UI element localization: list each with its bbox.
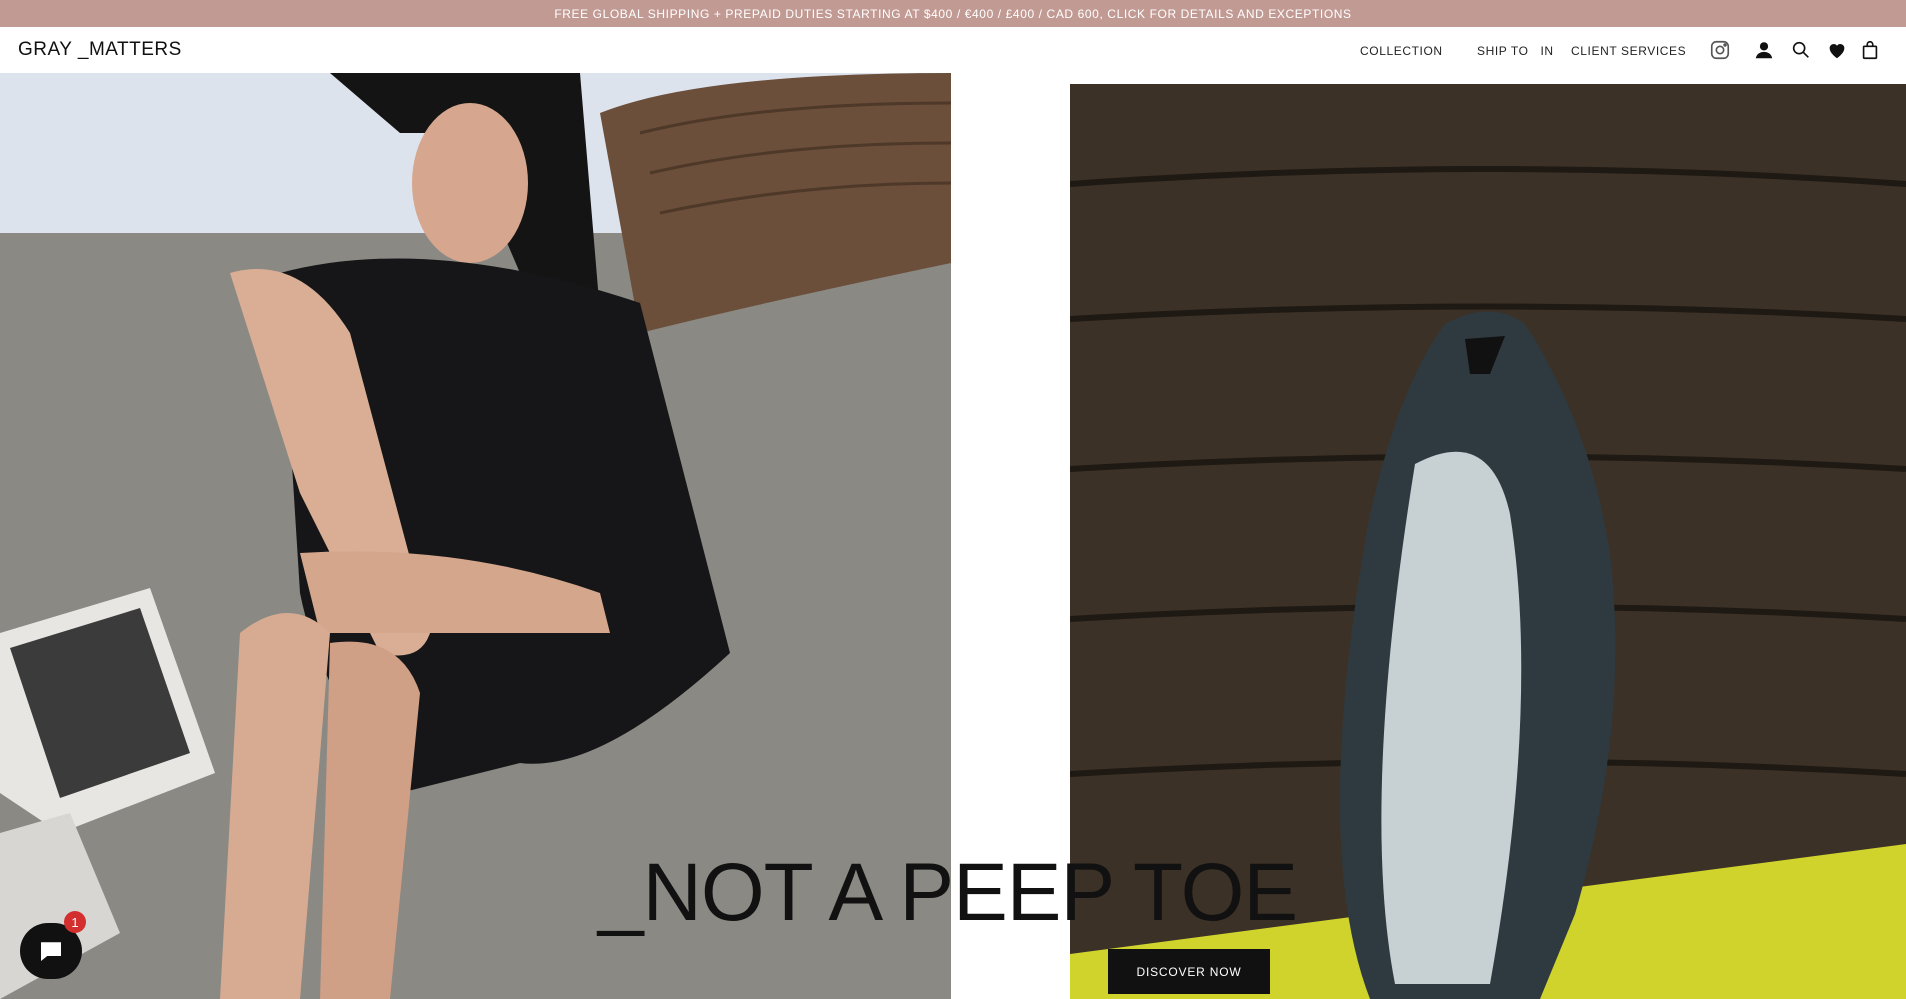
announcement-text: FREE GLOBAL SHIPPING + PREPAID DUTIES ST… — [554, 6, 1352, 21]
nav-ship-to[interactable]: SHIP TO IN — [1477, 44, 1554, 58]
ship-to-country: IN — [1540, 44, 1554, 58]
wishlist-icon[interactable] — [1826, 39, 1848, 61]
search-icon[interactable] — [1790, 39, 1812, 61]
nav-client-services[interactable]: CLIENT SERVICES — [1571, 44, 1686, 58]
account-icon[interactable] — [1753, 39, 1775, 61]
chat-icon — [41, 942, 61, 961]
chat-badge: 1 — [64, 911, 86, 933]
hero-headline: _NOT A PEEP TOE — [598, 847, 1298, 938]
brand-logo[interactable]: GRAY _MATTERS — [18, 39, 182, 61]
site-header: GRAY _MATTERS COLLECTION SHIP TO IN CLIE… — [0, 27, 1906, 73]
bag-icon[interactable] — [1859, 39, 1881, 61]
instagram-icon[interactable] — [1709, 39, 1731, 61]
ship-to-label: SHIP TO — [1477, 44, 1529, 58]
discover-now-button[interactable]: DISCOVER NOW — [1108, 949, 1270, 994]
nav-collection[interactable]: COLLECTION — [1360, 44, 1443, 58]
announcement-bar[interactable]: FREE GLOBAL SHIPPING + PREPAID DUTIES ST… — [0, 0, 1906, 27]
